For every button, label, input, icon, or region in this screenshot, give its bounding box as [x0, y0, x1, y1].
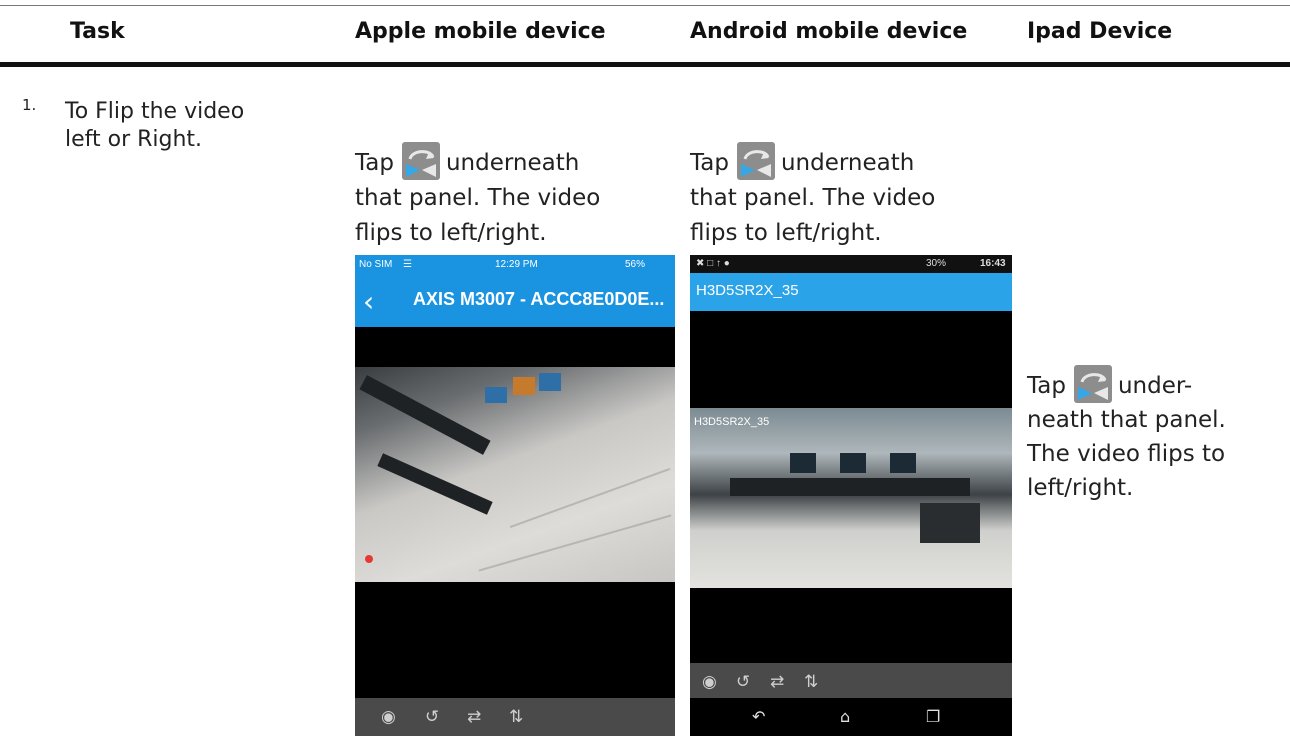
android-tap-word: Tap [690, 150, 729, 176]
video-feed: H3D5SR2X_35 [690, 408, 1012, 588]
header-apple: Apple mobile device [355, 19, 606, 44]
task-line-1: To Flip the video [65, 99, 245, 124]
apple-instruction-line-1: Tap underneath [355, 142, 675, 181]
carrier-label: No SIM [359, 259, 393, 270]
ipad-under-word: under- [1117, 373, 1193, 399]
android-screenshot: ✖ □ ↑ ● 30% 16:43 H3D5SR2X_35 H3D5SR2X_3… [690, 255, 1012, 736]
ipad-tap-word: Tap [1027, 373, 1066, 399]
ipad-instruction-line-3: The video flips to [1027, 441, 1226, 467]
header-task: Task [70, 19, 125, 44]
row-number: 1. [22, 96, 37, 114]
android-status-bar: ✖ □ ↑ ● 30% 16:43 [690, 255, 1012, 273]
camera-title: H3D5SR2X_35 [696, 282, 799, 299]
ios-screenshot: No SIM ☰ 12:29 PM 56% ‹ AXIS M3007 - ACC… [355, 255, 675, 736]
record-indicator [365, 555, 373, 563]
back-icon[interactable]: ↶ [752, 707, 765, 726]
apple-underneath-word: underneath [445, 150, 580, 176]
header-ipad: Ipad Device [1027, 19, 1173, 44]
android-instruction-line-2: that panel. The video [690, 185, 936, 211]
chevron-left-icon[interactable]: ‹ [363, 285, 374, 318]
status-time: 12:29 PM [495, 259, 538, 270]
flip-horizontal-icon[interactable]: ⇄ [770, 672, 784, 692]
ios-status-bar: No SIM ☰ 12:29 PM 56% [355, 255, 675, 275]
flip-horizontal-icon [401, 142, 440, 180]
header-android: Android mobile device [690, 19, 968, 44]
camera-icon[interactable]: ◉ [381, 707, 396, 727]
table-header-rule [0, 62, 1290, 67]
apple-instruction-line-2: that panel. The video [355, 185, 601, 211]
flip-horizontal-icon[interactable]: ⇄ [467, 707, 481, 727]
flip-horizontal-icon [736, 142, 775, 180]
apple-instruction: Tap underneath that panel. The video flip… [355, 142, 675, 251]
android-instruction-line-3: flips to left/right. [690, 220, 882, 246]
ipad-instruction-line-1: Tap under- [1027, 365, 1267, 403]
camera-icon[interactable]: ◉ [702, 672, 717, 692]
apple-tap-word: Tap [355, 150, 394, 176]
android-nav-keys: ↶ ⌂ ❐ [690, 698, 1012, 736]
flip-vertical-icon[interactable]: ⇅ [804, 672, 818, 692]
video-feed [355, 367, 675, 582]
camera-title: AXIS M3007 - ACCC8E0D0E... [413, 289, 665, 309]
ios-video-toolbar: ◉ ↺ ⇄ ⇅ [355, 698, 675, 736]
video-overlay-label: H3D5SR2X_35 [694, 416, 770, 428]
ios-nav-bar: ‹ AXIS M3007 - ACCC8E0D0E... [355, 275, 675, 327]
status-time: 16:43 [980, 258, 1006, 269]
ipad-instruction-line-4: left/right. [1027, 475, 1134, 501]
rotate-icon[interactable]: ↺ [736, 672, 750, 692]
android-underneath-word: underneath [780, 150, 915, 176]
flip-vertical-icon[interactable]: ⇅ [509, 707, 523, 727]
ipad-instruction-line-2: neath that panel. [1027, 407, 1226, 433]
notification-icons: ✖ □ ↑ ● [696, 258, 730, 269]
table-top-rule [0, 5, 1290, 6]
ipad-instruction: Tap under- neath that panel. The video fl… [1027, 365, 1267, 505]
status-battery: 30% [926, 258, 947, 269]
task-description: To Flip the video left or Right. [65, 98, 325, 154]
task-line-2: left or Right. [65, 127, 203, 152]
android-instruction: Tap underneath that panel. The video flip… [690, 142, 1010, 251]
android-title-bar: H3D5SR2X_35 [690, 273, 1012, 311]
wifi-icon: ☰ [403, 259, 412, 270]
flip-horizontal-icon [1073, 365, 1112, 403]
apple-instruction-line-3: flips to left/right. [355, 220, 547, 246]
recents-icon[interactable]: ❐ [926, 707, 940, 726]
battery-label: 56% [625, 259, 646, 270]
home-icon[interactable]: ⌂ [840, 707, 850, 726]
android-instruction-line-1: Tap underneath [690, 142, 1010, 181]
rotate-icon[interactable]: ↺ [425, 707, 439, 727]
android-video-toolbar: ◉ ↺ ⇄ ⇅ [690, 663, 1012, 698]
